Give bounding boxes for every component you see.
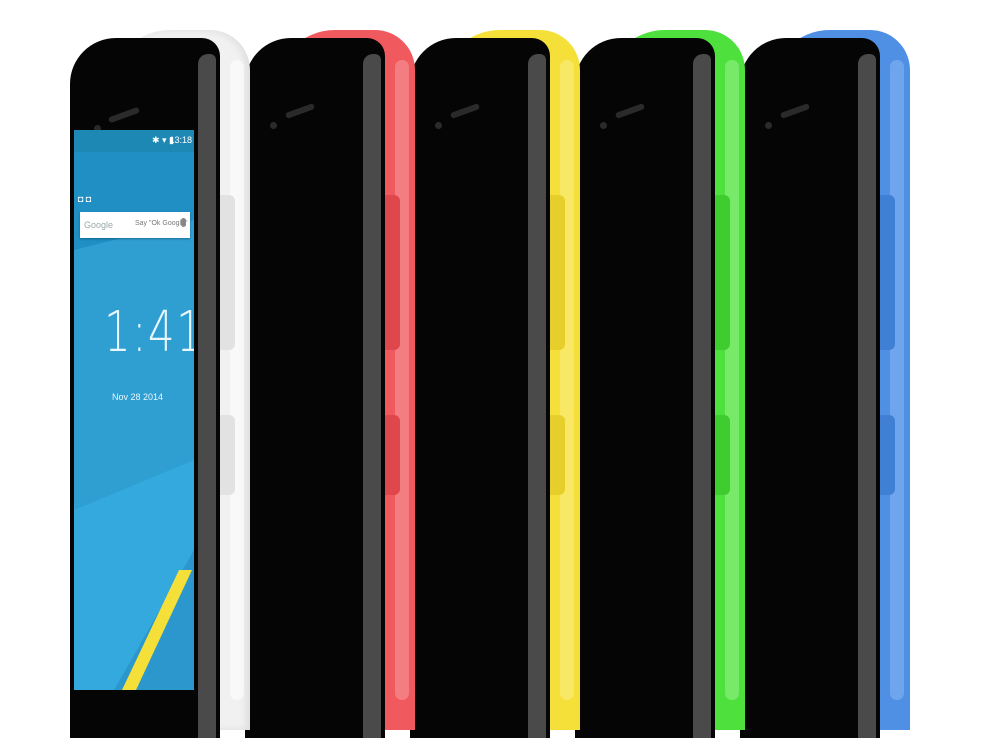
mic-icon[interactable] bbox=[181, 218, 186, 227]
phone-yellow bbox=[410, 30, 580, 738]
front-camera bbox=[600, 122, 607, 129]
google-logo: Google bbox=[84, 220, 114, 230]
google-search-bar[interactable]: Google Say "Ok Google" bbox=[80, 212, 190, 238]
lock-screen-date: Nov 28 2014 bbox=[112, 392, 164, 402]
phone-green bbox=[575, 30, 745, 738]
status-bar: ✱ ▾ ▮ 13:18 bbox=[74, 130, 194, 152]
notification-icons: ◘ ◘ bbox=[78, 194, 92, 204]
phone-blue bbox=[740, 30, 910, 738]
front-camera bbox=[765, 122, 772, 129]
front-camera bbox=[270, 122, 277, 129]
search-hint: Say "Ok Google" bbox=[135, 220, 188, 227]
phone-screen: ✱ ▾ ▮ 13:18 ◘ ◘ Google Say "Ok Google" 1… bbox=[74, 130, 194, 690]
status-time: 13:18 bbox=[169, 135, 192, 145]
front-camera bbox=[435, 122, 442, 129]
lock-screen-clock: 1:41 bbox=[104, 300, 194, 365]
phone-red bbox=[245, 30, 415, 738]
